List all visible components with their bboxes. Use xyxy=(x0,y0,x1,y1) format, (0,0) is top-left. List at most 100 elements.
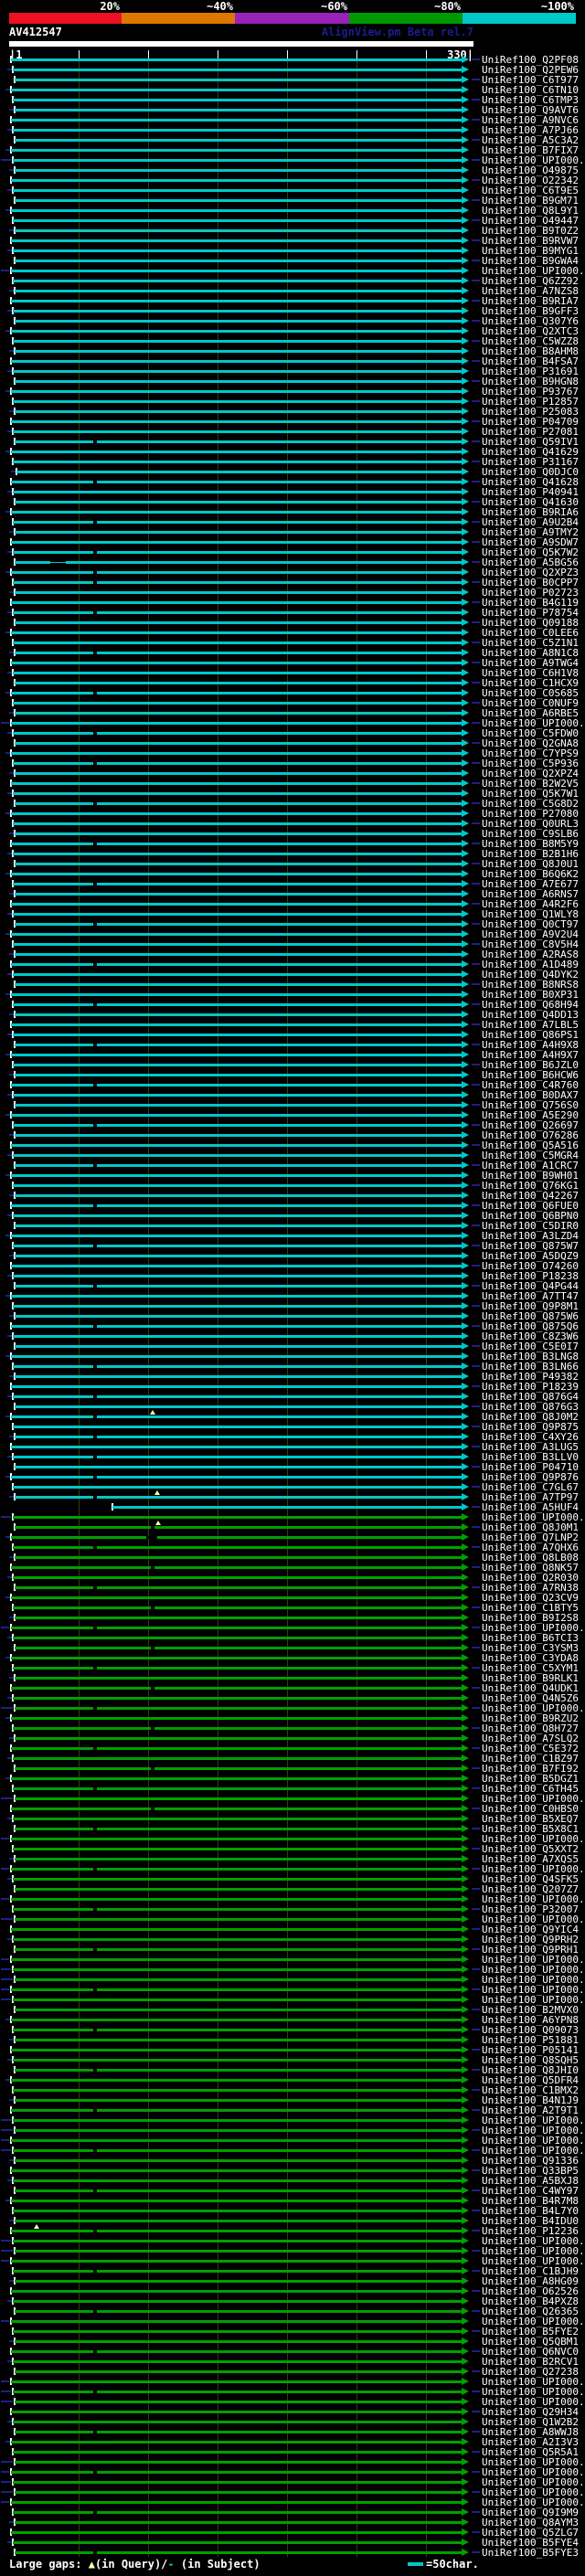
alignment-bar[interactable] xyxy=(13,1123,462,1127)
alignment-bar[interactable] xyxy=(13,520,462,524)
alignment-bar[interactable] xyxy=(15,2008,462,2011)
alignment-bar[interactable] xyxy=(13,1817,462,1820)
alignment-bar[interactable] xyxy=(15,2038,462,2041)
alignment-bar[interactable] xyxy=(15,1405,462,1408)
alignment-bar[interactable] xyxy=(13,2058,462,2062)
alignment-bar[interactable] xyxy=(11,2259,462,2263)
alignment-bar[interactable] xyxy=(15,259,462,262)
alignment-bar[interactable] xyxy=(15,681,462,684)
alignment-bar[interactable] xyxy=(13,1666,462,1670)
alignment-bar[interactable] xyxy=(13,2148,462,2152)
alignment-bar[interactable] xyxy=(11,570,462,574)
alignment-bar[interactable] xyxy=(11,2319,462,2323)
alignment-bar[interactable] xyxy=(11,781,462,785)
alignment-bar[interactable] xyxy=(15,1284,462,1288)
alignment-bar[interactable] xyxy=(11,299,462,302)
alignment-bar[interactable] xyxy=(11,1415,462,1418)
alignment-bar[interactable] xyxy=(11,691,462,694)
alignment-bar[interactable] xyxy=(13,1786,462,1790)
alignment-bar[interactable] xyxy=(11,1023,462,1026)
alignment-bar[interactable] xyxy=(11,600,462,604)
alignment-bar[interactable] xyxy=(15,1736,462,1740)
alignment-bar[interactable] xyxy=(13,550,462,554)
alignment-bar[interactable] xyxy=(15,982,462,986)
alignment-bar[interactable] xyxy=(11,1475,462,1479)
alignment-bar[interactable] xyxy=(15,198,462,202)
alignment-bar[interactable] xyxy=(15,1887,462,1891)
alignment-bar[interactable] xyxy=(11,1203,462,1207)
alignment-bar[interactable] xyxy=(15,2279,462,2283)
alignment-bar[interactable] xyxy=(11,721,462,725)
alignment-bar[interactable] xyxy=(15,922,462,926)
alignment-bar[interactable] xyxy=(13,2540,462,2544)
alignment-bar[interactable] xyxy=(13,1545,462,1549)
alignment-bar[interactable] xyxy=(13,1183,462,1187)
alignment-bar[interactable] xyxy=(11,359,462,363)
alignment-bar[interactable] xyxy=(15,1495,462,1499)
alignment-bar[interactable] xyxy=(15,2189,462,2192)
alignment-bar[interactable] xyxy=(15,2249,462,2253)
alignment-bar[interactable] xyxy=(15,1314,462,1318)
alignment-bar[interactable] xyxy=(15,741,462,745)
alignment-bar[interactable] xyxy=(11,2349,462,2353)
alignment-bar[interactable] xyxy=(15,1465,462,1468)
alignment-bar[interactable] xyxy=(13,2088,462,2092)
alignment-bar[interactable] xyxy=(11,1746,462,1750)
alignment-bar[interactable] xyxy=(11,1807,462,1810)
alignment-bar[interactable] xyxy=(15,1616,462,1619)
alignment-bar[interactable] xyxy=(11,1324,462,1328)
alignment-bar[interactable] xyxy=(13,460,462,463)
alignment-bar[interactable] xyxy=(11,631,462,634)
alignment-bar[interactable] xyxy=(13,972,462,976)
alignment-bar[interactable] xyxy=(13,1214,462,1217)
alignment-bar[interactable] xyxy=(11,811,462,815)
alignment-bar[interactable] xyxy=(11,1354,462,1358)
alignment-bar[interactable] xyxy=(15,1766,462,1770)
alignment-bar[interactable] xyxy=(13,1455,462,1458)
alignment-bar[interactable] xyxy=(11,2380,462,2383)
alignment-bar[interactable] xyxy=(13,761,462,765)
alignment-bar[interactable] xyxy=(11,2500,462,2504)
alignment-bar[interactable] xyxy=(11,1083,462,1087)
alignment-bar[interactable] xyxy=(13,1364,462,1368)
alignment-bar[interactable] xyxy=(15,2430,462,2433)
alignment-bar[interactable] xyxy=(13,1153,462,1157)
alignment-bar[interactable] xyxy=(15,832,462,835)
alignment-bar[interactable] xyxy=(11,2138,462,2142)
alignment-bar[interactable] xyxy=(15,1012,462,1016)
alignment-bar[interactable] xyxy=(11,1173,462,1177)
alignment-bar[interactable] xyxy=(15,1827,462,1830)
alignment-bar[interactable] xyxy=(13,2510,462,2514)
alignment-bar[interactable] xyxy=(15,409,462,413)
alignment-bar[interactable] xyxy=(15,651,462,654)
alignment-bar[interactable] xyxy=(13,852,462,855)
alignment-bar[interactable] xyxy=(11,1927,462,1931)
alignment-bar[interactable] xyxy=(13,2390,462,2393)
alignment-bar[interactable] xyxy=(13,369,462,373)
alignment-bar[interactable] xyxy=(11,962,462,966)
alignment-bar[interactable] xyxy=(13,912,462,916)
alignment-bar[interactable] xyxy=(13,1726,462,1730)
alignment-bar[interactable] xyxy=(15,1917,462,1921)
alignment-bar[interactable] xyxy=(13,128,462,132)
alignment-bar[interactable] xyxy=(13,1575,462,1579)
alignment-bar[interactable] xyxy=(13,1304,462,1308)
alignment-bar[interactable] xyxy=(13,490,462,493)
alignment-bar[interactable] xyxy=(15,168,462,172)
alignment-bar[interactable] xyxy=(15,1857,462,1860)
alignment-bar[interactable] xyxy=(15,1977,462,1981)
alignment-bar[interactable] xyxy=(15,1254,462,1257)
alignment-bar[interactable] xyxy=(13,1033,462,1036)
alignment-bar[interactable] xyxy=(11,480,462,483)
alignment-bar[interactable] xyxy=(13,2480,462,2484)
alignment-bar[interactable] xyxy=(11,1445,462,1448)
alignment-bar[interactable] xyxy=(15,1224,462,1227)
alignment-bar[interactable] xyxy=(15,1585,462,1589)
alignment-bar[interactable] xyxy=(13,671,462,674)
alignment-bar[interactable] xyxy=(13,822,462,825)
alignment-bar[interactable] xyxy=(13,1334,462,1338)
alignment-bar[interactable] xyxy=(13,339,462,343)
alignment-bar[interactable] xyxy=(15,801,462,805)
alignment-bar[interactable] xyxy=(13,2450,462,2454)
alignment-bar[interactable] xyxy=(11,2078,462,2082)
